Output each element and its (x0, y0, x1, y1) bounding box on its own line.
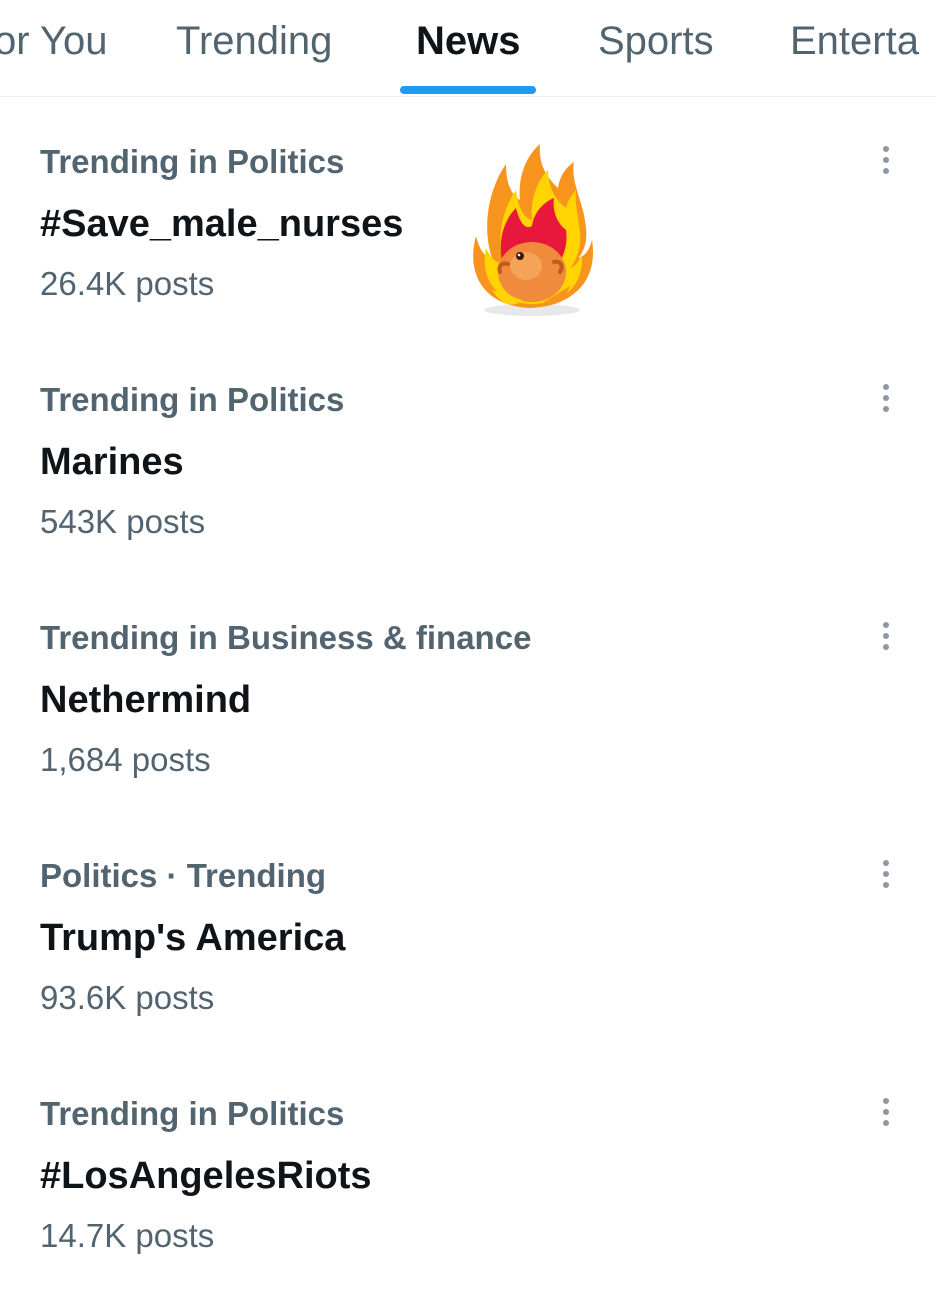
trend-post-count: 1,684 posts (40, 741, 211, 778)
tab-label: Enterta (790, 19, 919, 63)
trend-title: Marines (40, 441, 184, 483)
trend-item[interactable]: Trending in Politics Marines 543K posts (0, 340, 936, 578)
trend-item[interactable]: Politics · Trending Trump's America 93.6… (0, 816, 936, 1054)
trend-title: #Save_male_nurses (40, 203, 404, 245)
trend-context: Trending in Business & finance (40, 619, 532, 656)
trend-post-count: 26.4K posts (40, 265, 215, 302)
trend-context: Politics · Trending (40, 857, 327, 894)
trend-title: Trump's America (40, 917, 346, 959)
more-vertical-icon[interactable] (866, 852, 906, 896)
trend-title: Nethermind (40, 679, 252, 721)
trend-context: Trending in Politics (40, 143, 345, 180)
top-tab-bar: or You Trending News Sports Enterta (0, 0, 936, 97)
trend-post-count: 14.7K posts (40, 1217, 215, 1254)
trend-context: Trending in Politics (40, 1095, 345, 1132)
tab-label: or You (0, 19, 108, 63)
trend-item[interactable]: Trending in Business & finance Nethermin… (0, 578, 936, 816)
tab-label: News (416, 19, 521, 63)
tab-label: Sports (598, 19, 714, 63)
trend-context: Trending in Politics (40, 381, 345, 418)
more-vertical-icon[interactable] (866, 614, 906, 658)
more-vertical-icon[interactable] (866, 138, 906, 182)
trend-item[interactable]: Trending in Politics #LosAngelesRiots 14… (0, 1054, 936, 1292)
more-vertical-icon[interactable] (866, 1090, 906, 1134)
fire-creature-sticker-icon (473, 144, 594, 316)
trend-post-count: 543K posts (40, 503, 206, 540)
trend-post-count: 93.6K posts (40, 979, 215, 1016)
trend-title: #LosAngelesRiots (40, 1155, 372, 1197)
active-tab-indicator (400, 86, 536, 94)
more-vertical-icon[interactable] (866, 376, 906, 420)
tab-label: Trending (176, 19, 333, 63)
